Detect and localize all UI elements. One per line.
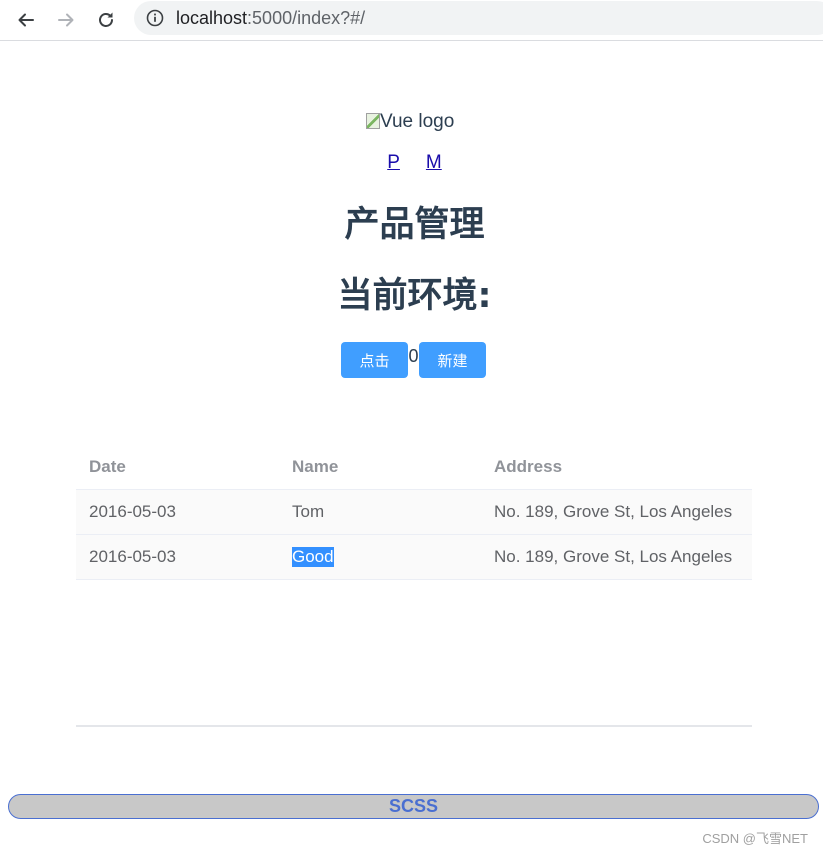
action-row: 点击 0 新建 xyxy=(341,342,486,378)
info-icon[interactable] xyxy=(146,9,164,27)
url-text[interactable]: localhost:5000/index?#/ xyxy=(176,8,365,28)
cell-date: 2016-05-03 xyxy=(89,502,176,521)
new-button[interactable]: 新建 xyxy=(419,342,486,378)
reload-button[interactable] xyxy=(92,6,120,34)
cell-date: 2016-05-03 xyxy=(89,547,176,566)
table-row[interactable]: 2016-05-03 Good No. 189, Grove St, Los A… xyxy=(76,535,752,580)
cell-name: Tom xyxy=(292,502,325,521)
column-header-address[interactable]: Address xyxy=(481,444,752,489)
scss-banner: SCSS xyxy=(8,794,819,819)
back-arrow-icon xyxy=(18,13,34,27)
url-path: :5000/index?#/ xyxy=(247,8,366,28)
click-button[interactable]: 点击 xyxy=(341,342,408,378)
browser-toolbar: localhost:5000/index?#/ xyxy=(0,0,823,41)
table-row[interactable]: 2016-05-03 Tom No. 189, Grove St, Los An… xyxy=(76,490,752,535)
cell-address: No. 189, Grove St, Los Angeles xyxy=(494,502,733,521)
cell-address: No. 189, Grove St, Los Angeles xyxy=(494,547,733,566)
click-counter: 0 xyxy=(408,346,419,366)
column-header-name[interactable]: Name xyxy=(279,444,481,489)
column-header-date[interactable]: Date xyxy=(76,444,279,489)
app-root: Vue logo PM 产品管理 当前环境: 点击 0 新建 Date Name… xyxy=(0,41,823,853)
selected-text: Good xyxy=(292,547,334,567)
back-button[interactable] xyxy=(12,6,40,34)
logo-alt-text: Vue logo xyxy=(380,111,455,132)
forward-button[interactable] xyxy=(52,6,80,34)
router-nav: PM xyxy=(0,152,823,174)
cell-name: Good xyxy=(279,535,481,579)
data-table: Date Name Address 2016-05-03 Tom No. 189… xyxy=(76,444,752,580)
page-title: 产品管理 xyxy=(344,205,485,245)
forward-arrow-icon xyxy=(58,13,74,27)
csdn-watermark: CSDN @飞雪NET xyxy=(702,831,808,846)
nav-link-p[interactable]: P xyxy=(387,152,400,173)
address-bar[interactable]: localhost:5000/index?#/ xyxy=(134,1,823,35)
reload-icon xyxy=(99,12,113,27)
vue-logo-image: Vue logo xyxy=(366,111,454,133)
environment-heading: 当前环境: xyxy=(337,276,492,316)
divider xyxy=(76,725,752,727)
table-header: Date Name Address xyxy=(76,444,752,490)
nav-link-m[interactable]: M xyxy=(426,152,442,173)
broken-image-icon xyxy=(366,113,380,129)
url-host: localhost xyxy=(176,8,248,28)
